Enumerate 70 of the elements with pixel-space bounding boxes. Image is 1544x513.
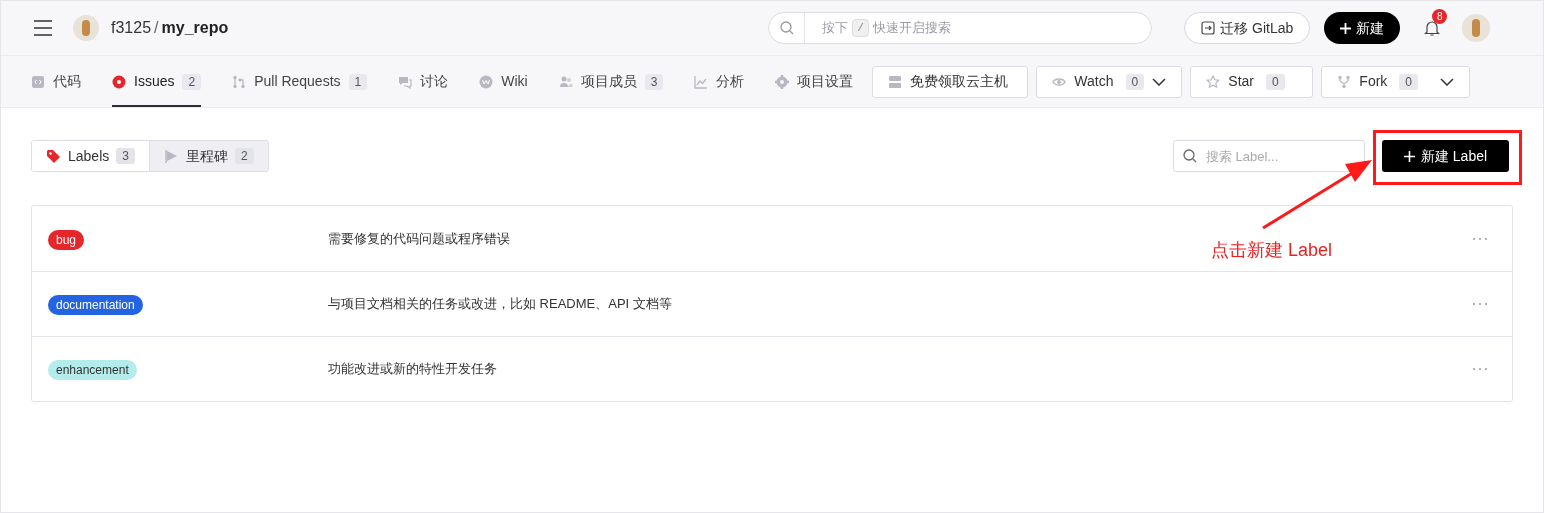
import-icon xyxy=(1201,21,1216,35)
nav-tab[interactable]: 项目成员 3 xyxy=(558,56,664,107)
issue-icon xyxy=(112,74,126,89)
label-description: 与项目文档相关的任务或改进，比如 README、API 文档等 xyxy=(328,295,672,314)
search-hint: 按下 xyxy=(822,19,849,38)
search-hint: 快速开启搜索 xyxy=(872,19,951,38)
pull-request-icon xyxy=(232,74,247,89)
repo-action-button[interactable]: Star 0 xyxy=(1190,65,1314,98)
people-icon xyxy=(558,74,573,89)
label-tag[interactable]: documentation xyxy=(48,295,143,315)
nav-tab[interactable]: 分析 xyxy=(694,56,745,107)
migrate-button[interactable]: 迁移 GitLab xyxy=(1184,12,1311,44)
count-badge: 0 xyxy=(1399,73,1419,90)
tag-icon xyxy=(46,148,61,164)
settings-icon xyxy=(775,74,790,89)
count-badge: 3 xyxy=(116,148,135,164)
count-badge: 2 xyxy=(234,148,254,164)
server-icon xyxy=(888,74,903,89)
new-button[interactable]: 新建 xyxy=(1324,12,1401,44)
annotation-text: 点击新建 Label xyxy=(1211,239,1333,262)
flag-icon xyxy=(163,148,179,164)
sub-tab[interactable]: 里程碑 2 xyxy=(148,141,268,171)
chat-icon xyxy=(398,74,413,89)
label-search-field[interactable]: 搜索 Label... xyxy=(1173,140,1365,172)
owner-link[interactable]: f3125 xyxy=(111,16,152,40)
notifications-button[interactable] xyxy=(1424,19,1441,37)
label-description: 需要修复的代码问题或程序错误 xyxy=(328,229,510,248)
menu-icon xyxy=(33,19,53,37)
nav-tab[interactable]: Wiki xyxy=(479,56,528,107)
code-icon xyxy=(31,74,45,89)
path-separator: / xyxy=(154,18,159,38)
nav-tab[interactable]: Issues 2 xyxy=(112,56,202,107)
notification-badge: 8 xyxy=(1432,9,1448,24)
nav-tab[interactable]: 代码 xyxy=(31,56,81,107)
nav-tab[interactable]: Pull Requests 1 xyxy=(232,56,368,107)
count-badge: 3 xyxy=(644,73,664,90)
label-tag[interactable]: bug xyxy=(48,229,85,250)
more-icon xyxy=(1472,302,1488,306)
count-badge: 1 xyxy=(348,73,368,90)
sub-tab[interactable]: Labels 3 xyxy=(32,141,149,171)
more-icon xyxy=(1472,236,1488,241)
count-badge: 0 xyxy=(1266,73,1285,90)
search-icon xyxy=(1183,149,1197,163)
bell-icon xyxy=(1424,19,1441,37)
count-badge: 2 xyxy=(182,73,202,90)
label-tag[interactable]: enhancement xyxy=(48,360,137,380)
repo-action-button[interactable]: Watch 0 xyxy=(1036,65,1183,98)
star-icon xyxy=(1206,74,1221,89)
more-button[interactable] xyxy=(1472,302,1488,306)
user-avatar[interactable] xyxy=(1462,14,1491,42)
new-label-button[interactable]: 新建 Label xyxy=(1382,140,1509,172)
repo-action-button[interactable]: Fork 0 xyxy=(1321,65,1471,98)
nav-tab[interactable]: 讨论 xyxy=(398,56,449,107)
search-icon xyxy=(779,21,794,35)
more-icon xyxy=(1472,367,1488,371)
more-button[interactable] xyxy=(1472,367,1488,371)
count-badge: 0 xyxy=(1125,73,1145,90)
repo-link[interactable]: my_repo xyxy=(161,16,229,40)
wiki-icon xyxy=(479,74,494,89)
menu-button[interactable] xyxy=(33,19,53,37)
key-hint: / xyxy=(852,18,869,38)
avatar[interactable] xyxy=(73,15,99,41)
plus-icon xyxy=(1340,22,1352,34)
more-button[interactable] xyxy=(1472,236,1488,241)
fork-icon xyxy=(1337,74,1352,89)
repo-action-button[interactable]: 免费领取云主机 xyxy=(872,65,1029,98)
chart-icon xyxy=(694,74,709,89)
label-description: 功能改进或新的特性开发任务 xyxy=(328,360,497,379)
nav-tab[interactable]: 项目设置 xyxy=(775,56,854,107)
plus-icon xyxy=(1403,150,1415,162)
